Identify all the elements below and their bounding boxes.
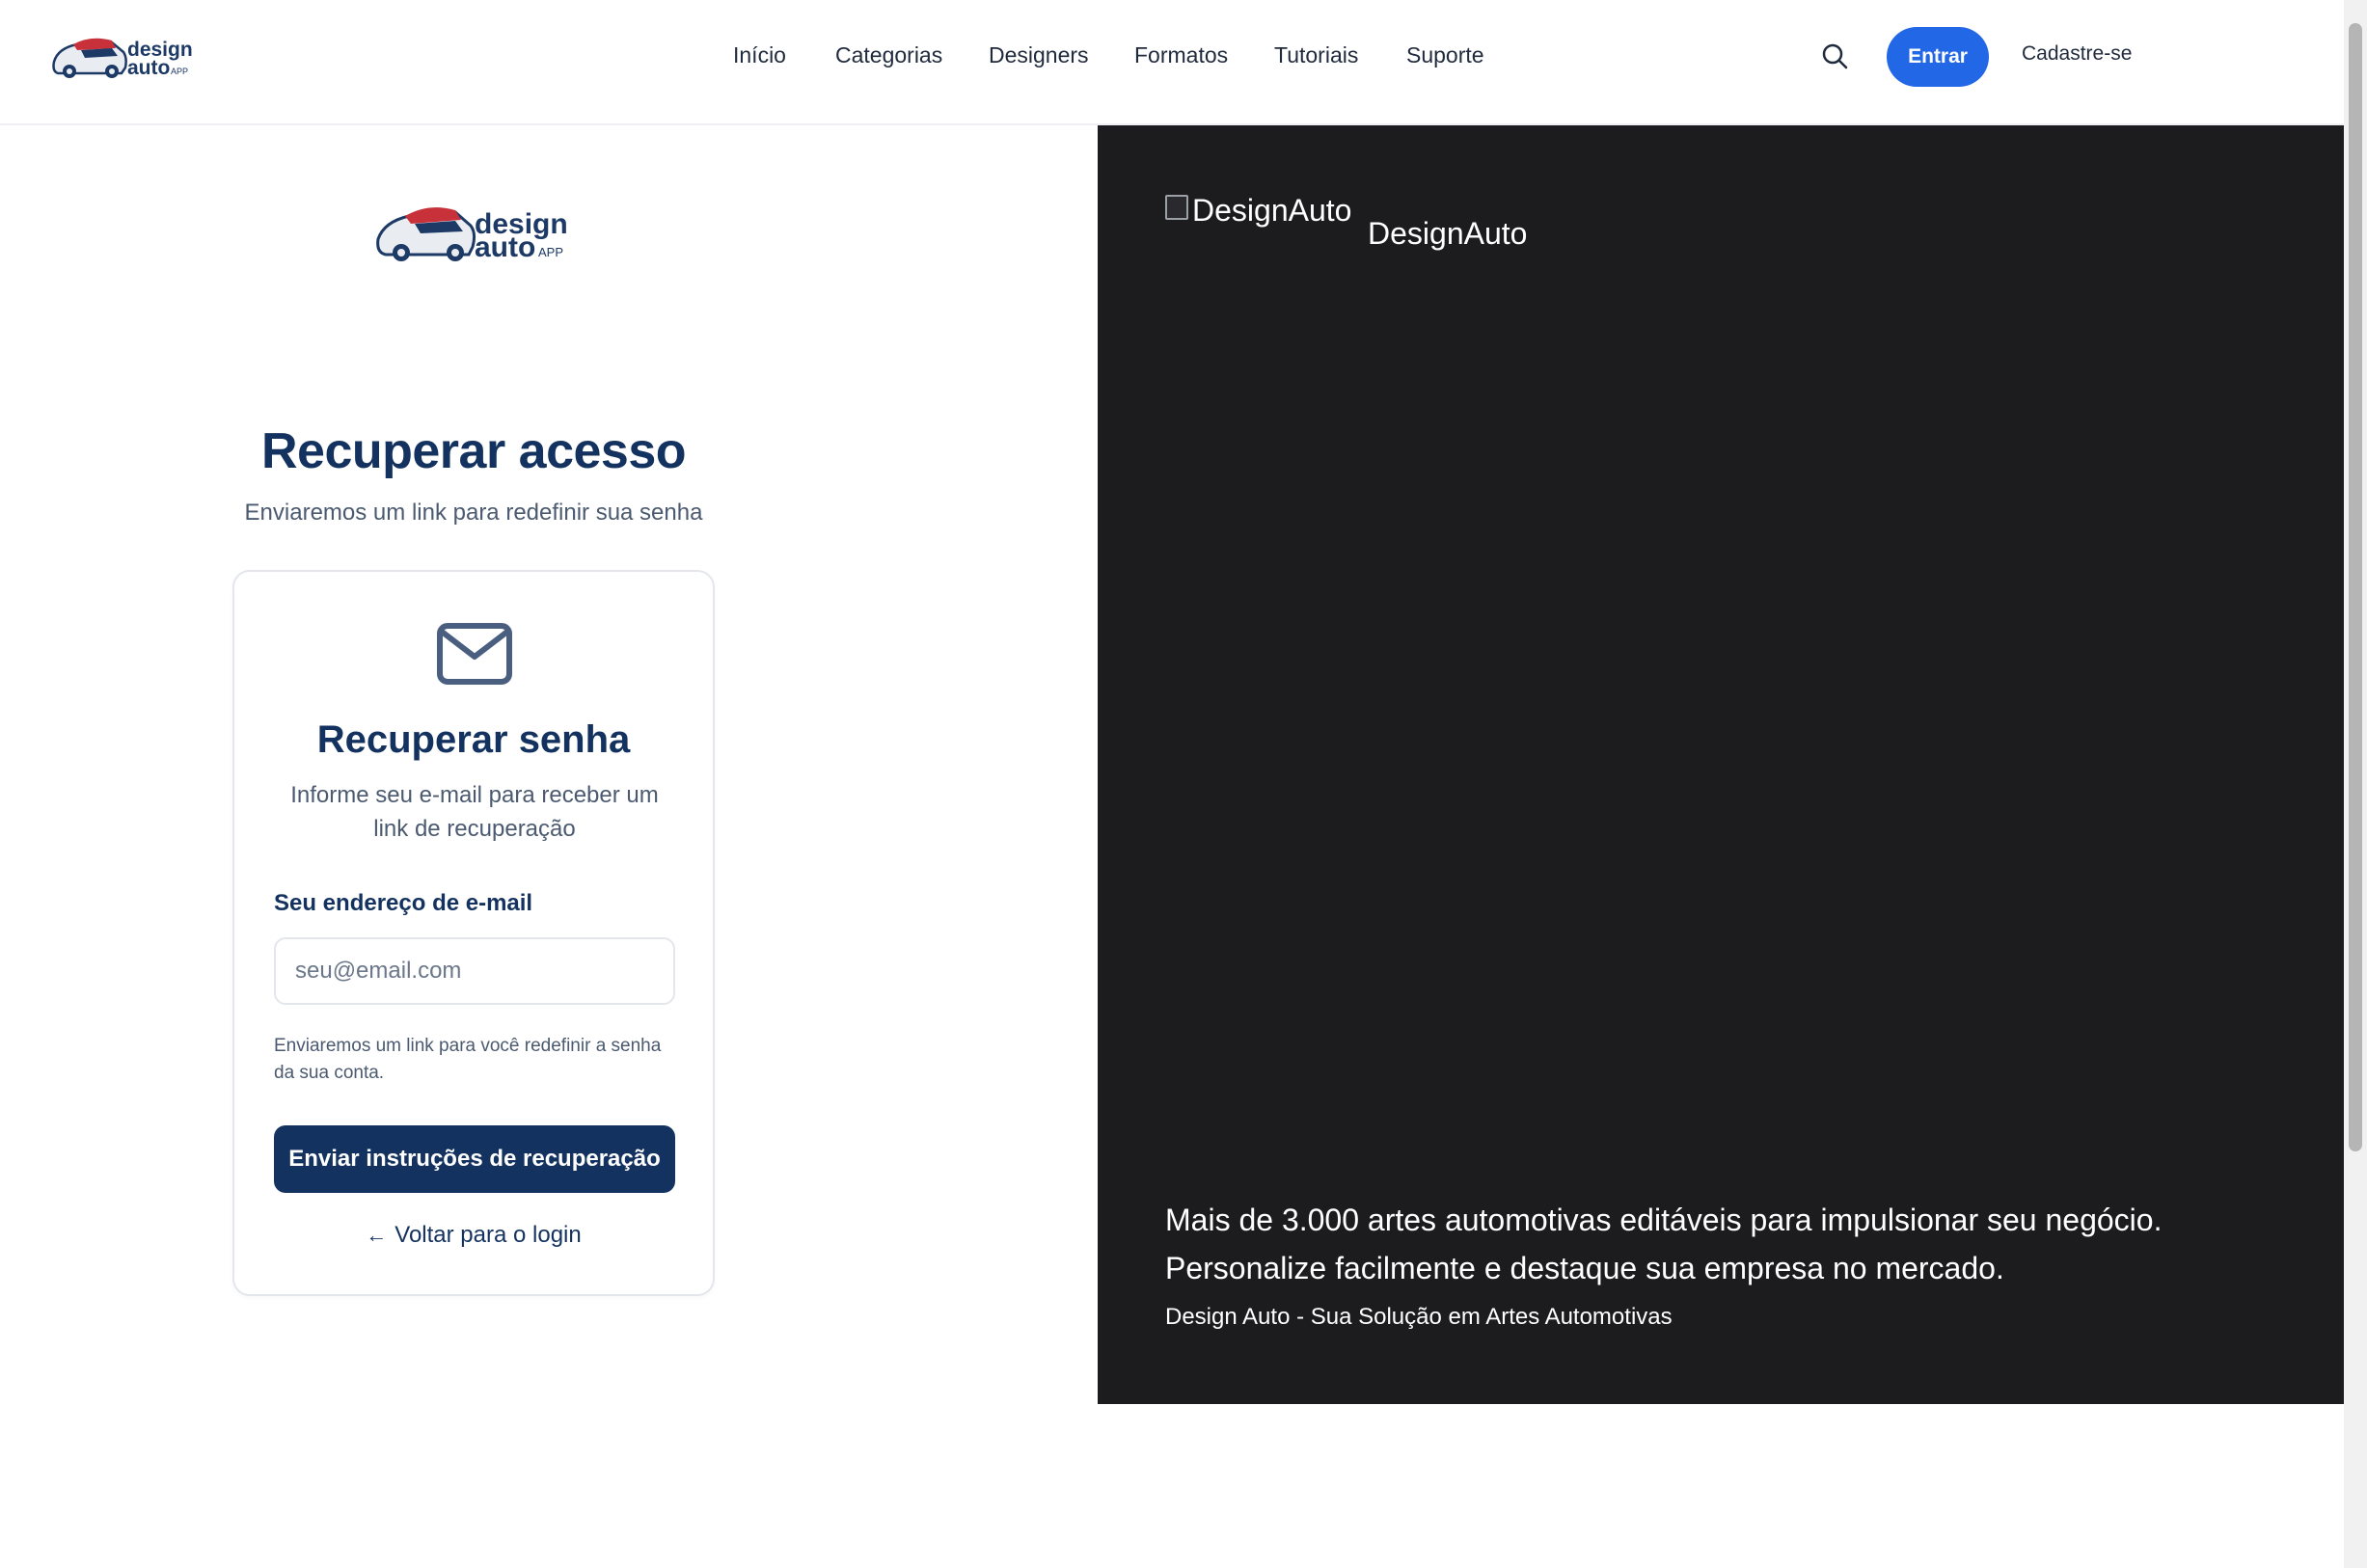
broken-image-icon (1165, 195, 1188, 220)
login-button[interactable]: Entrar (1887, 27, 1989, 87)
scrollbar-thumb[interactable] (2349, 23, 2362, 1151)
nav-inicio[interactable]: Início (733, 42, 786, 68)
page-subtitle: Enviaremos um link para redefinir sua se… (244, 500, 703, 526)
main-nav: Início Categorias Designers Formatos Tut… (0, 0, 2344, 116)
hero-headline-line2: Personalize facilmente e destaque sua em… (1165, 1251, 2004, 1285)
page-title: Recuperar acesso (260, 423, 687, 479)
hero-panel: DesignAuto DesignAuto Mais de 3.000 arte… (1098, 125, 2344, 1404)
email-label: Seu endereço de e-mail (274, 890, 533, 916)
page-logo: design auto APP (372, 193, 575, 270)
card-description: Informe seu e-mail para receber um link … (290, 782, 659, 842)
back-to-login-link[interactable]: ← Voltar para o login (234, 1222, 713, 1249)
search-icon[interactable] (1819, 41, 1850, 71)
nav-categorias[interactable]: Categorias (835, 42, 942, 68)
nav-tutoriais[interactable]: Tutoriais (1274, 42, 1358, 68)
hero-image-alt: DesignAuto (1192, 193, 1352, 228)
site-header: design auto APP Início Categorias Design… (0, 0, 2344, 125)
card-title: Recuperar senha (316, 718, 631, 761)
mail-icon (436, 622, 513, 686)
hero-brand-name: DesignAuto (1368, 216, 1528, 251)
nav-suporte[interactable]: Suporte (1406, 42, 1484, 68)
hero-headline-line1: Mais de 3.000 artes automotivas editávei… (1165, 1203, 2163, 1237)
nav-designers[interactable]: Designers (989, 42, 1089, 68)
nav-formatos[interactable]: Formatos (1134, 42, 1228, 68)
svg-text:auto: auto (475, 231, 535, 263)
back-to-login-label: Voltar para o login (394, 1222, 582, 1248)
hero-image: DesignAuto (1165, 193, 1351, 229)
hero-tagline: Design Auto - Sua Solução em Artes Autom… (1165, 1304, 1673, 1330)
email-hint: Enviaremos um link para você redefinir a… (274, 1036, 662, 1083)
logo-car-icon: design auto APP (376, 207, 568, 263)
email-field[interactable] (274, 937, 675, 1005)
svg-text:APP: APP (538, 245, 563, 259)
page-scrollbar[interactable] (2344, 0, 2367, 1568)
signup-link[interactable]: Cadastre-se (2022, 42, 2132, 66)
recovery-card: Recuperar senha Informe seu e-mail para … (232, 570, 715, 1296)
arrow-left-icon: ← (366, 1223, 388, 1247)
send-instructions-button[interactable]: Enviar instruções de recuperação (274, 1125, 675, 1193)
